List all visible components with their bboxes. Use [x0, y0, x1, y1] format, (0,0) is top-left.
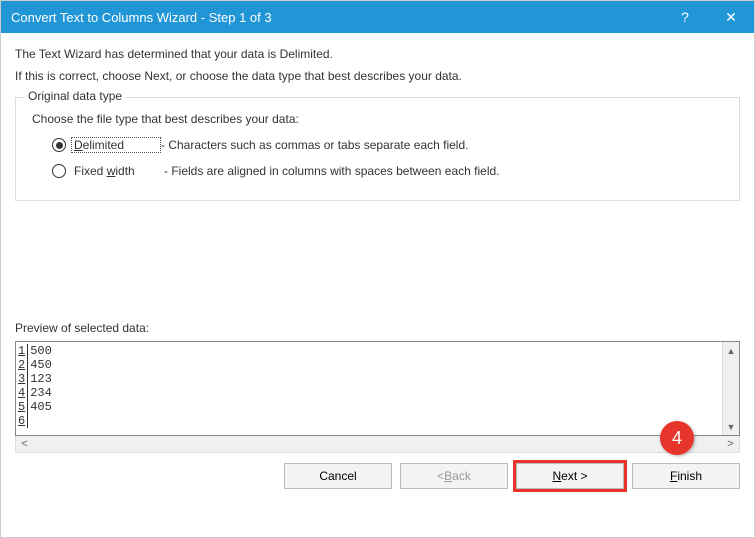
next-button[interactable]: Next > — [516, 463, 624, 489]
original-data-type-group: Original data type Choose the file type … — [15, 97, 740, 201]
group-description: Choose the file type that best describes… — [32, 112, 727, 126]
scroll-up-icon[interactable]: ▲ — [723, 342, 739, 359]
titlebar: Convert Text to Columns Wizard - Step 1 … — [1, 1, 754, 33]
radio-delimited-row[interactable]: Delimited - Characters such as commas or… — [52, 134, 727, 156]
scroll-left-icon[interactable]: < — [16, 436, 33, 453]
help-button[interactable]: ? — [662, 1, 708, 33]
intro-text-2: If this is correct, choose Next, or choo… — [15, 69, 740, 83]
preview-row: 1500 — [18, 344, 52, 358]
preview-row: 3123 — [18, 372, 52, 386]
radio-delimited-desc: - Characters such as commas or tabs sepa… — [161, 138, 468, 152]
scroll-right-icon[interactable]: > — [722, 436, 739, 453]
button-row: 4 Cancel < Back Next > Finish — [1, 463, 754, 501]
preview-row: 6 — [18, 414, 52, 428]
radio-fixed-width-desc: - Fields are aligned in columns with spa… — [164, 164, 500, 178]
preview-content: 1500 2450 3123 4234 5405 6 — [16, 342, 722, 435]
preview-box: 1500 2450 3123 4234 5405 6 ▲ ▼ — [15, 341, 740, 436]
finish-button[interactable]: Finish — [632, 463, 740, 489]
vertical-scrollbar[interactable]: ▲ ▼ — [722, 342, 739, 435]
preview-row: 2450 — [18, 358, 52, 372]
radio-delimited[interactable] — [52, 138, 66, 152]
spacer — [15, 211, 740, 321]
close-button[interactable]: ✕ — [708, 1, 754, 33]
radio-fixed-width-label[interactable]: Fixed width — [74, 164, 164, 178]
radio-fixed-width[interactable] — [52, 164, 66, 178]
intro-text-1: The Text Wizard has determined that your… — [15, 47, 740, 61]
preview-row: 4234 — [18, 386, 52, 400]
horizontal-scrollbar[interactable]: < > — [15, 436, 740, 453]
back-button: < Back — [400, 463, 508, 489]
preview-label: Preview of selected data: — [15, 321, 740, 335]
group-legend: Original data type — [24, 89, 126, 103]
annotation-callout: 4 — [660, 421, 694, 455]
radio-fixed-width-row[interactable]: Fixed width - Fields are aligned in colu… — [52, 160, 727, 182]
preview-row: 5405 — [18, 400, 52, 414]
radio-delimited-label[interactable]: Delimited — [71, 137, 161, 153]
scroll-down-icon[interactable]: ▼ — [723, 418, 739, 435]
dialog-content: The Text Wizard has determined that your… — [1, 33, 754, 453]
preview-table: 1500 2450 3123 4234 5405 6 — [18, 344, 52, 428]
cancel-button[interactable]: Cancel — [284, 463, 392, 489]
window-title: Convert Text to Columns Wizard - Step 1 … — [11, 10, 662, 25]
